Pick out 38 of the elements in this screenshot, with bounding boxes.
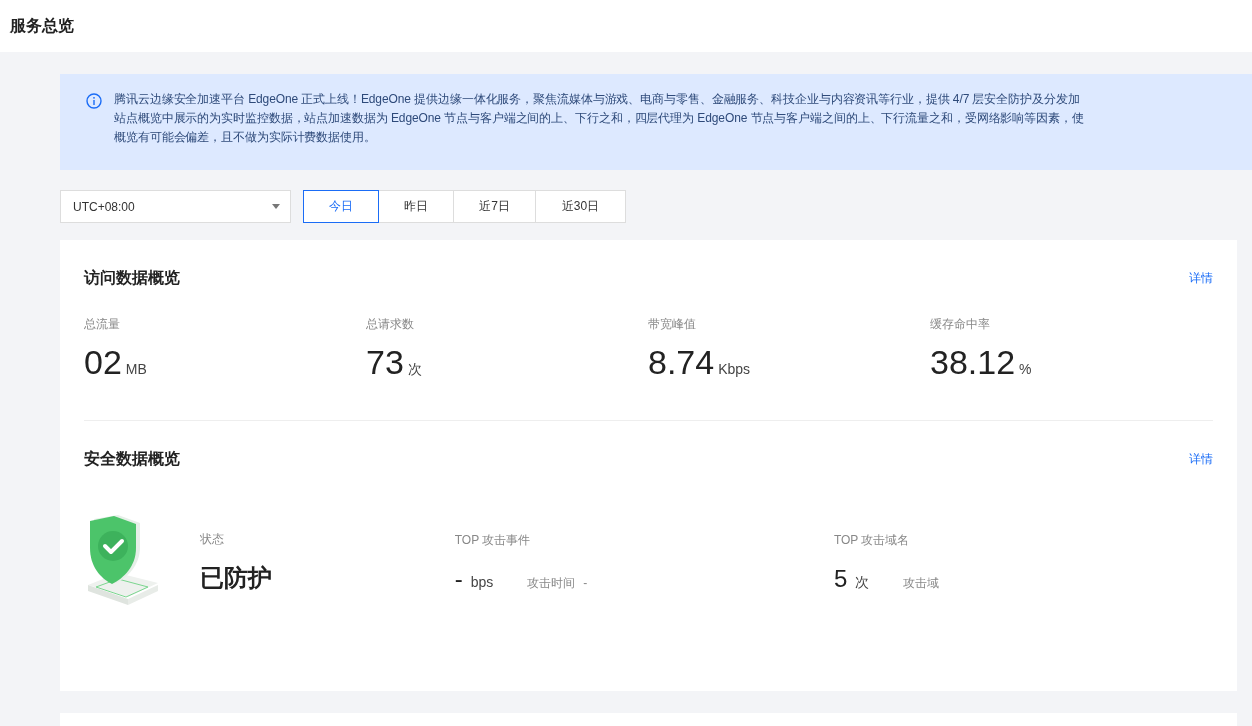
metric-unit: Kbps bbox=[718, 361, 751, 377]
metric-label: 缓存命中率 bbox=[930, 316, 991, 333]
date-range-tab[interactable]: 今日 bbox=[303, 190, 379, 223]
status-value: 已防护 bbox=[200, 562, 273, 593]
meta-value: - bbox=[583, 575, 588, 590]
section-title: 安全数据概览 bbox=[84, 448, 180, 469]
notice-text: 站点概览中展示的为实时监控数据，站点加速数据为 EdgeOne 节点与客户端之间的上、下行之和，四层代理为 EdgeOne 节点与客户端之间的上、下行流量之和，受网络影响等因素，使 bbox=[114, 111, 1084, 126]
notice-text: 概览有可能会偏差，且不做为实际计费数据使用。 bbox=[114, 130, 377, 145]
page-title: 服务总览 bbox=[10, 15, 74, 36]
metric-label: 带宽峰值 bbox=[648, 316, 697, 333]
metric-unit: bps bbox=[470, 573, 494, 590]
metric-value: 02 bbox=[84, 343, 122, 382]
date-range-tab[interactable]: 近30日 bbox=[535, 190, 626, 223]
details-link[interactable]: 详情 bbox=[1189, 450, 1213, 468]
metric-label: 总流量 bbox=[84, 316, 121, 333]
metric-unit: 次 bbox=[407, 361, 422, 379]
metric-value: - bbox=[454, 564, 463, 593]
metric-value: 73 bbox=[366, 343, 404, 382]
caret-icon bbox=[272, 204, 280, 209]
metric-unit: % bbox=[1019, 361, 1032, 377]
details-link[interactable]: 详情 bbox=[1189, 269, 1213, 287]
metric-label: TOP 攻击事件 bbox=[454, 531, 532, 549]
info-icon bbox=[86, 93, 102, 109]
metric-unit: MB bbox=[125, 361, 147, 377]
date-range-tab[interactable]: 近7日 bbox=[453, 190, 536, 223]
status-label: 状态 bbox=[200, 530, 225, 548]
meta-label: 攻击域 bbox=[903, 574, 940, 592]
metric-label: 总请求数 bbox=[366, 316, 415, 333]
metric-value: 5 bbox=[833, 564, 848, 593]
section-title: 访问数据概览 bbox=[84, 267, 180, 288]
metric-value: 38.12 bbox=[930, 343, 1016, 382]
date-range-tab[interactable]: 昨日 bbox=[378, 190, 454, 223]
metric-label: TOP 攻击域名 bbox=[833, 531, 911, 549]
meta-label: 攻击时间 bbox=[527, 574, 576, 592]
notice-text: 腾讯云边缘安全加速平台 EdgeOne 正式上线！EdgeOne 提供边缘一体化服务，聚焦流媒体与游戏、电商与零售、金融服务、科技企业与内容资讯等行业，提供 4/7 层安全防护及分发加 bbox=[114, 92, 1081, 107]
metric-value: 8.74 bbox=[648, 343, 715, 382]
metric-unit: 次 bbox=[855, 573, 870, 592]
timezone-select[interactable]: UTC+08:00 bbox=[60, 190, 291, 223]
